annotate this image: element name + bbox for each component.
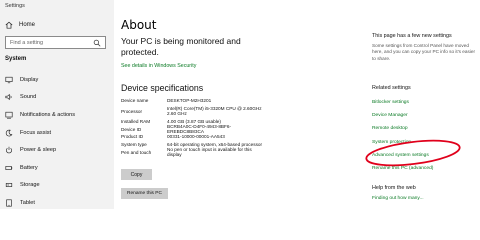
sidebar-item-label: Storage bbox=[20, 182, 40, 189]
window-title: Settings bbox=[5, 3, 25, 9]
rename-pc-button[interactable]: Rename this PC bbox=[121, 188, 168, 199]
power-icon bbox=[5, 146, 13, 154]
sidebar-item-storage[interactable]: Storage bbox=[0, 177, 114, 195]
spec-key: Device ID bbox=[121, 126, 142, 132]
sidebar-item-label: Focus assist bbox=[20, 129, 52, 136]
bitlocker-settings-link[interactable]: Bitlocker settings bbox=[372, 96, 433, 109]
sidebar-item-display[interactable]: Display bbox=[0, 71, 114, 89]
spec-row: Processor Intel(R) Core(TM) i5-3320M CPU… bbox=[121, 105, 267, 118]
display-icon bbox=[5, 76, 13, 84]
sidebar-item-tablet[interactable]: Tablet bbox=[0, 194, 114, 212]
windows-security-link[interactable]: See details in Windows Security bbox=[121, 63, 196, 69]
device-specs-title: Device specifications bbox=[121, 83, 204, 93]
sidebar-item-label: Battery bbox=[20, 164, 38, 171]
sidebar-item-battery[interactable]: Battery bbox=[0, 159, 114, 177]
sidebar-item-label: Tablet bbox=[20, 199, 35, 206]
sidebar-home[interactable]: Home bbox=[5, 21, 35, 29]
remote-desktop-link[interactable]: Remote desktop bbox=[372, 122, 433, 135]
new-settings-description: Some settings from Control Panel have mo… bbox=[372, 43, 476, 61]
spec-row: Device name DESKTOP-M2H3201 bbox=[121, 97, 267, 105]
spec-key: Processor bbox=[121, 108, 143, 114]
sidebar-item-sound[interactable]: Sound bbox=[0, 89, 114, 107]
new-settings-heading: This page has a few new settings bbox=[372, 33, 452, 39]
spec-key: Device name bbox=[121, 98, 149, 104]
tablet-icon bbox=[5, 199, 13, 207]
spec-value: Intel(R) Core(TM) i5-3320M CPU @ 2.60GHz… bbox=[167, 105, 262, 117]
sidebar-item-label: Display bbox=[20, 76, 39, 83]
related-panel: This page has a few new settings Some se… bbox=[364, 0, 480, 209]
search-icon[interactable] bbox=[93, 39, 101, 47]
copy-button[interactable]: Copy bbox=[121, 169, 152, 180]
rename-pc-advanced-link[interactable]: Rename this PC (advanced) bbox=[372, 162, 433, 175]
spec-key: Pen and touch bbox=[121, 149, 152, 155]
related-settings-title: Related settings bbox=[372, 85, 411, 91]
main-content: About Your PC is being monitored and pro… bbox=[114, 0, 364, 209]
sidebar-item-label: Notifications & actions bbox=[20, 111, 76, 118]
spec-value: No pen or touch input is available for t… bbox=[167, 146, 252, 158]
spec-key: Installed RAM bbox=[121, 119, 151, 125]
help-link[interactable]: Finding out how many... bbox=[372, 196, 424, 201]
spec-value: 00331-10000-00001-AA543 bbox=[167, 134, 225, 140]
spec-key: System type bbox=[121, 142, 147, 148]
storage-icon bbox=[5, 181, 13, 189]
sidebar-item-notifications[interactable]: Notifications & actions bbox=[0, 106, 114, 124]
home-icon bbox=[5, 21, 13, 29]
advanced-system-settings-link[interactable]: Advanced system settings bbox=[372, 149, 433, 162]
sidebar-section-title: System bbox=[5, 56, 27, 62]
related-settings-links: Bitlocker settings Device Manager Remote… bbox=[372, 96, 433, 175]
spec-value: BCRB4A0C-D4F0-4943-8BF6-EREBDC8B83CA bbox=[167, 123, 232, 135]
spec-row: Product ID 00331-10000-00001-AA543 bbox=[121, 133, 267, 141]
device-manager-link[interactable]: Device Manager bbox=[372, 109, 433, 122]
sidebar-item-label: Sound bbox=[20, 94, 37, 101]
sidebar-item-focus-assist[interactable]: Focus assist bbox=[0, 124, 114, 142]
spec-row: Device ID BCRB4A0C-D4F0-4943-8BF6-EREBDC… bbox=[121, 123, 267, 135]
search-placeholder: Find a setting bbox=[10, 39, 44, 46]
system-protection-link[interactable]: System protection bbox=[372, 136, 433, 149]
notifications-icon bbox=[5, 111, 13, 119]
sidebar-nav-list: Display Sound Notifications & actions Fo… bbox=[0, 71, 114, 212]
device-specs-table: Device name DESKTOP-M2H3201 Processor In… bbox=[121, 97, 267, 158]
spec-value: DESKTOP-M2H3201 bbox=[167, 98, 212, 104]
spec-key: Product ID bbox=[121, 134, 144, 140]
help-from-web-title: Help from the web bbox=[372, 185, 416, 191]
sidebar-item-label: Power & sleep bbox=[20, 147, 57, 154]
sidebar: Settings Home Find a setting System Disp… bbox=[0, 0, 114, 209]
page-title: About bbox=[121, 18, 157, 32]
spec-row: Pen and touch No pen or touch input is a… bbox=[121, 146, 267, 158]
focus-assist-icon bbox=[5, 129, 13, 137]
sidebar-item-power-sleep[interactable]: Power & sleep bbox=[0, 141, 114, 159]
protection-status-text: Your PC is being monitored and protected… bbox=[121, 36, 241, 57]
battery-icon bbox=[5, 164, 13, 172]
sidebar-home-label: Home bbox=[19, 22, 36, 28]
sound-icon bbox=[5, 93, 13, 101]
search-input[interactable]: Find a setting bbox=[5, 36, 106, 49]
